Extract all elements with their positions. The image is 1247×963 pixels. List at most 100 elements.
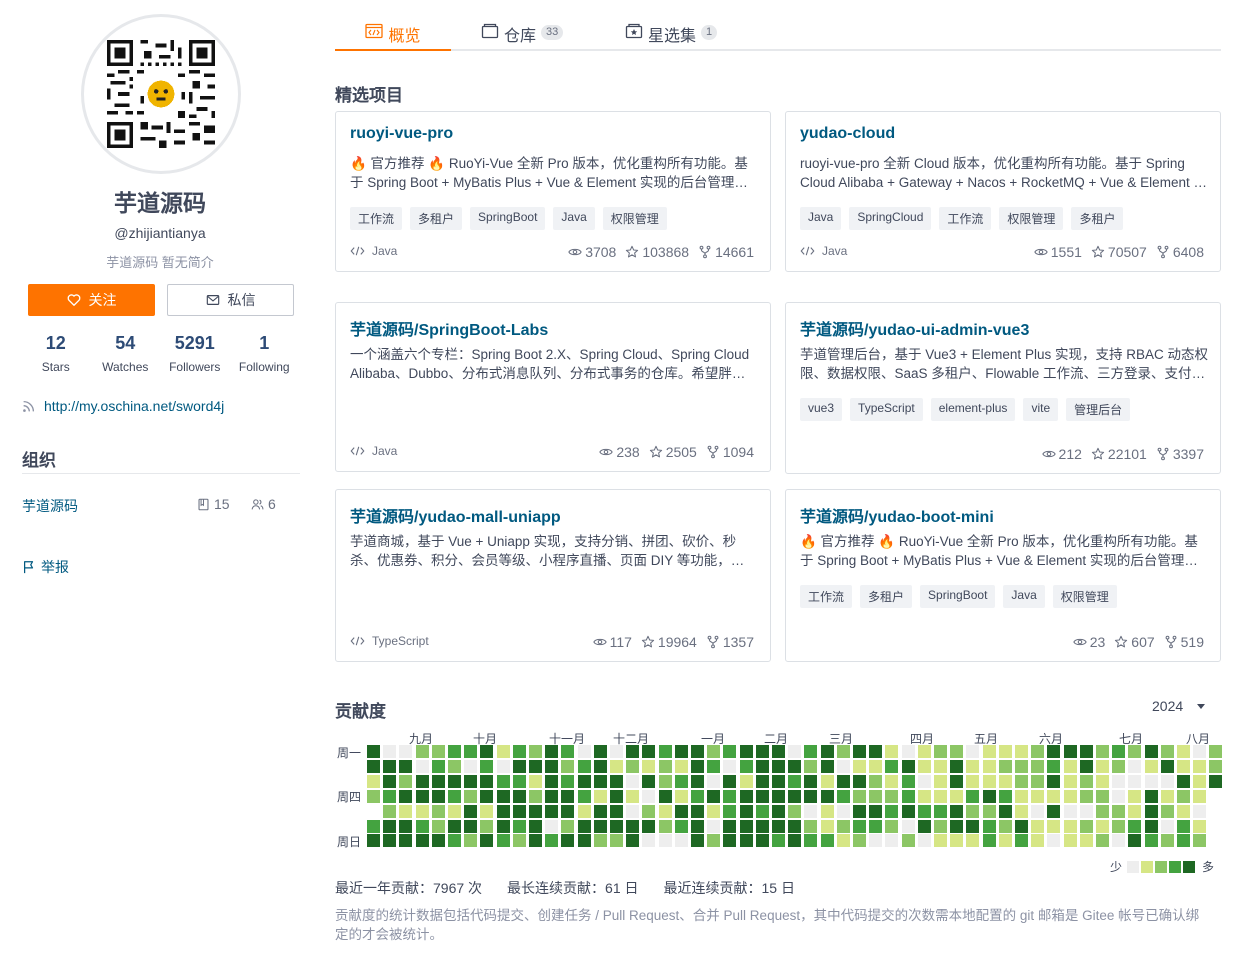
contribution-cell[interactable] bbox=[529, 804, 542, 818]
contribution-cell[interactable] bbox=[415, 819, 429, 833]
stat-following[interactable]: 1 Following bbox=[230, 333, 300, 374]
contribution-cell[interactable] bbox=[1128, 745, 1142, 758]
contribution-cell[interactable] bbox=[512, 804, 526, 818]
contribution-cell[interactable] bbox=[1096, 759, 1109, 773]
contribution-cell[interactable] bbox=[674, 774, 688, 788]
contribution-cell[interactable] bbox=[755, 804, 769, 818]
contribution-cell[interactable] bbox=[901, 834, 915, 848]
contribution-cell[interactable] bbox=[674, 745, 688, 758]
contribution-cell[interactable] bbox=[431, 819, 445, 833]
contribution-cell[interactable] bbox=[966, 759, 980, 773]
contribution-cell[interactable] bbox=[934, 759, 947, 773]
contribution-cell[interactable] bbox=[707, 819, 721, 833]
contribution-cell[interactable] bbox=[739, 774, 753, 788]
contribution-cell[interactable] bbox=[836, 759, 850, 773]
contribution-cell[interactable] bbox=[739, 789, 753, 803]
contribution-cell[interactable] bbox=[561, 819, 575, 833]
contribution-cell[interactable] bbox=[1177, 745, 1190, 758]
contribution-cell[interactable] bbox=[755, 789, 769, 803]
contribution-cell[interactable] bbox=[512, 834, 526, 848]
contribution-cell[interactable] bbox=[545, 745, 559, 758]
contribution-cell[interactable] bbox=[561, 759, 575, 773]
contribution-cell[interactable] bbox=[739, 745, 753, 758]
contribution-cell[interactable] bbox=[626, 789, 640, 803]
contribution-cell[interactable] bbox=[577, 819, 591, 833]
contribution-cell[interactable] bbox=[1047, 759, 1061, 773]
contribution-cell[interactable] bbox=[917, 834, 931, 848]
project-tag[interactable]: Java bbox=[553, 207, 595, 230]
watch-count[interactable]: 3708 bbox=[568, 244, 616, 260]
contribution-cell[interactable] bbox=[1128, 789, 1142, 803]
contribution-cell[interactable] bbox=[1112, 774, 1126, 788]
contribution-cell[interactable] bbox=[1160, 834, 1174, 848]
contribution-cell[interactable] bbox=[869, 745, 883, 758]
contribution-cell[interactable] bbox=[383, 789, 397, 803]
contribution-cell[interactable] bbox=[448, 789, 461, 803]
contribution-cell[interactable] bbox=[950, 759, 964, 773]
contribution-cell[interactable] bbox=[1177, 819, 1190, 833]
contribution-cell[interactable] bbox=[1063, 789, 1077, 803]
contribution-cell[interactable] bbox=[1063, 774, 1077, 788]
contribution-cell[interactable] bbox=[658, 834, 672, 848]
contribution-cell[interactable] bbox=[691, 804, 704, 818]
contribution-cell[interactable] bbox=[853, 759, 866, 773]
contribution-cell[interactable] bbox=[950, 834, 964, 848]
contribution-cell[interactable] bbox=[658, 745, 672, 758]
contribution-cell[interactable] bbox=[934, 774, 947, 788]
contribution-cell[interactable] bbox=[853, 819, 866, 833]
contribution-cell[interactable] bbox=[982, 759, 996, 773]
contribution-cell[interactable] bbox=[626, 745, 640, 758]
contribution-cell[interactable] bbox=[399, 804, 413, 818]
contribution-cell[interactable] bbox=[901, 745, 915, 758]
contribution-cell[interactable] bbox=[788, 789, 802, 803]
contribution-cell[interactable] bbox=[658, 759, 672, 773]
contribution-cell[interactable] bbox=[739, 834, 753, 848]
contribution-cell[interactable] bbox=[1193, 759, 1207, 773]
project-tag[interactable]: 权限管理 bbox=[1052, 585, 1117, 608]
contribution-cell[interactable] bbox=[950, 774, 964, 788]
contribution-cell[interactable] bbox=[998, 819, 1012, 833]
contribution-cell[interactable] bbox=[707, 804, 721, 818]
watch-count[interactable]: 238 bbox=[599, 444, 640, 460]
contribution-cell[interactable] bbox=[885, 804, 899, 818]
contribution-cell[interactable] bbox=[1112, 834, 1126, 848]
contribution-cell[interactable] bbox=[788, 819, 802, 833]
contribution-cell[interactable] bbox=[998, 745, 1012, 758]
contribution-cell[interactable] bbox=[1193, 745, 1207, 758]
contribution-cell[interactable] bbox=[1112, 819, 1126, 833]
contribution-cell[interactable] bbox=[415, 834, 429, 848]
contribution-cell[interactable] bbox=[480, 804, 494, 818]
contribution-cell[interactable] bbox=[561, 789, 575, 803]
contribution-cell[interactable] bbox=[998, 804, 1012, 818]
contribution-cell[interactable] bbox=[383, 774, 397, 788]
contribution-cell[interactable] bbox=[691, 759, 704, 773]
contribution-cell[interactable] bbox=[1015, 745, 1028, 758]
contribution-cell[interactable] bbox=[917, 789, 931, 803]
contribution-cell[interactable] bbox=[1096, 774, 1109, 788]
contribution-cell[interactable] bbox=[723, 834, 737, 848]
contribution-cell[interactable] bbox=[480, 759, 494, 773]
fork-count[interactable]: 519 bbox=[1164, 634, 1204, 650]
project-title[interactable]: 芋道源码/SpringBoot-Labs bbox=[350, 316, 548, 340]
contribution-cell[interactable] bbox=[853, 834, 866, 848]
contribution-cell[interactable] bbox=[950, 819, 964, 833]
project-tag[interactable]: 管理后台 bbox=[1066, 398, 1131, 421]
contribution-cell[interactable] bbox=[885, 774, 899, 788]
contribution-cell[interactable] bbox=[755, 819, 769, 833]
contribution-cell[interactable] bbox=[642, 819, 656, 833]
project-tag[interactable]: TypeScript bbox=[850, 398, 923, 421]
report-link[interactable]: 举报 bbox=[22, 557, 69, 577]
contribution-cell[interactable] bbox=[1193, 774, 1207, 788]
project-tag[interactable]: 工作流 bbox=[939, 207, 992, 230]
contribution-cell[interactable] bbox=[431, 804, 445, 818]
contribution-cell[interactable] bbox=[1144, 804, 1158, 818]
contribution-cell[interactable] bbox=[691, 789, 704, 803]
contribution-cell[interactable] bbox=[626, 819, 640, 833]
contribution-cell[interactable] bbox=[496, 745, 510, 758]
contribution-cell[interactable] bbox=[1177, 759, 1190, 773]
contribution-cell[interactable] bbox=[529, 745, 542, 758]
contribution-cell[interactable] bbox=[966, 789, 980, 803]
contribution-cell[interactable] bbox=[723, 759, 737, 773]
contribution-cell[interactable] bbox=[577, 759, 591, 773]
contribution-cell[interactable] bbox=[934, 745, 947, 758]
